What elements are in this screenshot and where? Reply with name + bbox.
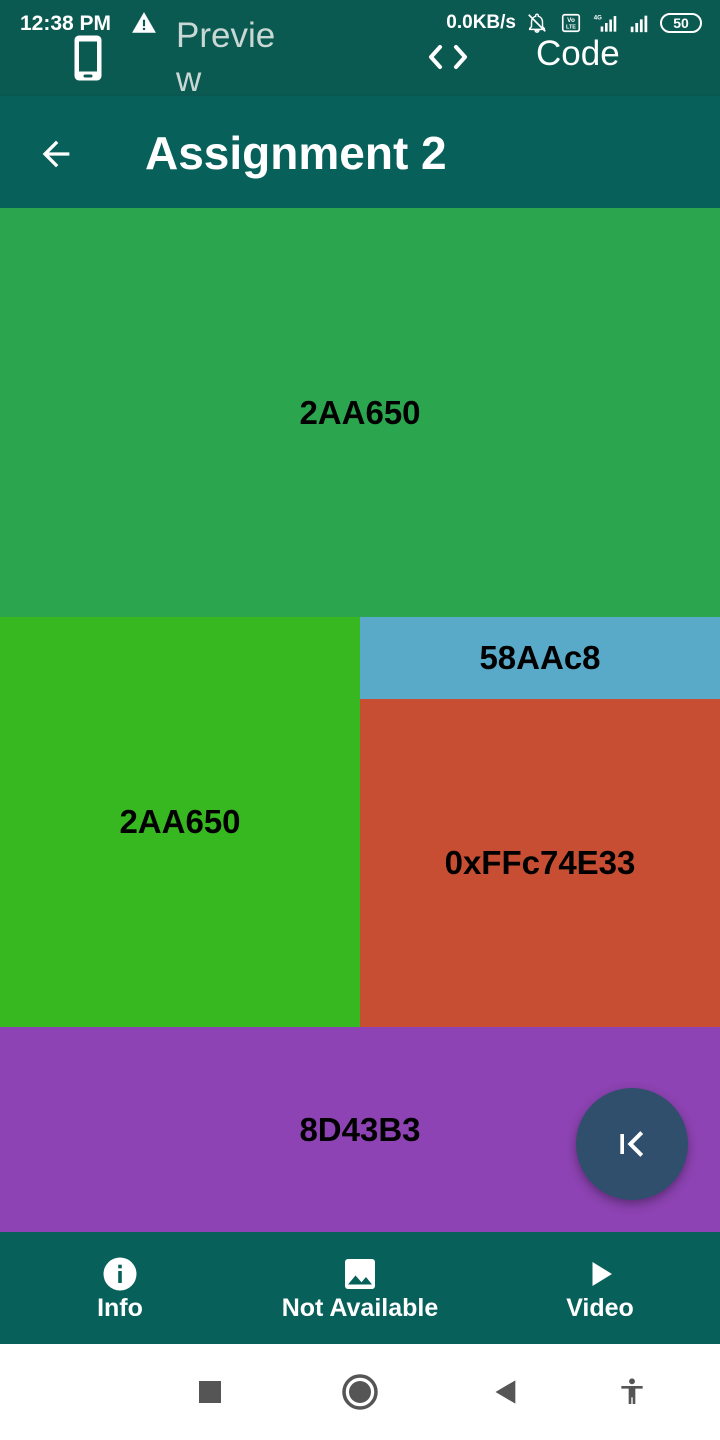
color-block-3: 58AAc8: [360, 617, 720, 699]
svg-text:LTE: LTE: [566, 25, 576, 31]
color-block-4: 0xFFc74E33: [360, 699, 720, 1027]
phone-icon[interactable]: [70, 34, 106, 82]
recents-square-icon[interactable]: [198, 1380, 222, 1404]
color-block-label: 58AAc8: [479, 639, 601, 676]
image-icon: [345, 1259, 375, 1289]
notifications-off-icon: [528, 13, 546, 33]
status-time: 12:38 PM: [20, 12, 112, 35]
signal-4g-icon: 4G: [594, 16, 617, 32]
first-page-icon: [620, 1131, 644, 1157]
bottom-nav-info[interactable]: Info: [0, 1232, 240, 1344]
bottom-nav-label: Not Available: [281, 1294, 439, 1322]
color-block-1: 2AA650: [0, 208, 720, 617]
color-block-label: 2AA650: [299, 393, 421, 431]
tab-preview[interactable]: Preview: [176, 14, 286, 102]
code-icon[interactable]: [426, 40, 470, 74]
battery-indicator: 50: [660, 13, 702, 33]
volte-icon: Vo LTE: [561, 13, 581, 33]
tab-code[interactable]: Code: [536, 34, 620, 74]
bottom-nav-not-available[interactable]: Not Available: [240, 1232, 480, 1344]
warning-icon: [132, 12, 156, 33]
svg-text:Vo: Vo: [567, 17, 575, 24]
play-icon: [592, 1262, 612, 1286]
info-icon: [103, 1257, 137, 1291]
color-block-2: 2AA650: [0, 617, 360, 1027]
bottom-nav-video[interactable]: Video: [480, 1232, 720, 1344]
color-block-label: 8D43B3: [299, 1110, 421, 1148]
system-nav-bar: [0, 1344, 720, 1440]
bottom-nav-label: Video: [566, 1294, 634, 1322]
back-arrow-icon[interactable]: [36, 134, 76, 174]
top-bar: 12:38 PM 0.0KB/s Vo LTE 4G 50 Preview Co…: [0, 0, 720, 99]
home-circle-icon[interactable]: [340, 1372, 380, 1412]
signal-icon: [630, 15, 648, 33]
color-block-label: 0xFFc74E33: [444, 844, 636, 881]
accessibility-icon[interactable]: [616, 1376, 648, 1408]
page-title: Assignment 2: [145, 127, 447, 179]
svg-text:4G: 4G: [594, 16, 602, 22]
net-speed: 0.0KB/s: [446, 12, 516, 33]
back-triangle-icon[interactable]: [492, 1378, 520, 1406]
bottom-nav-label: Info: [97, 1294, 143, 1322]
color-block-label: 2AA650: [119, 803, 241, 840]
first-page-button[interactable]: [576, 1088, 688, 1200]
status-right-group: 0.0KB/s Vo LTE 4G 50: [446, 12, 702, 34]
